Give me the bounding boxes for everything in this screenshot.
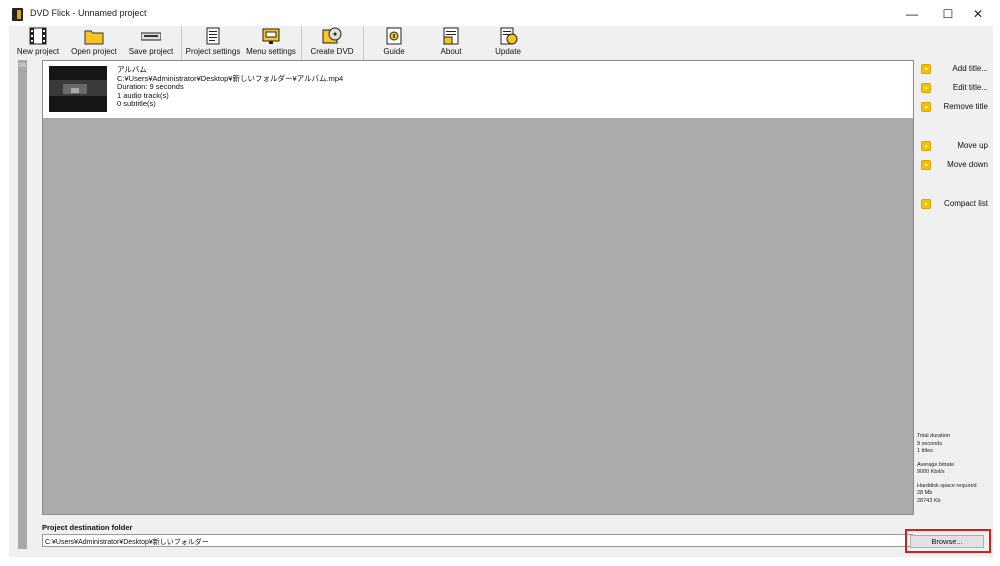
- hdd-space-label: Harddisk space required: [917, 482, 977, 489]
- guide-button[interactable]: Guide: [374, 26, 414, 60]
- new-project-label: New project: [16, 47, 60, 56]
- hdd-space-mb: 28 Mb: [917, 490, 933, 496]
- menu-window-icon: [261, 27, 281, 45]
- toolbar-divider: [301, 26, 302, 60]
- window-title: DVD Flick - Unnamed project: [30, 8, 147, 18]
- move-up-label: Move up: [957, 141, 988, 150]
- about-label: About: [440, 47, 462, 56]
- destination-folder-input[interactable]: C:¥Users¥Administrator¥Desktop¥新しいフォルダー: [42, 534, 913, 547]
- minimize-button[interactable]: —: [896, 0, 928, 28]
- toolbar-divider: [363, 26, 364, 60]
- progress-label: 0%: [18, 63, 27, 69]
- arrow-up-icon: [921, 141, 931, 151]
- dvd-flick-app-icon: [12, 8, 23, 21]
- guide-label: Guide: [383, 47, 405, 56]
- save-project-button[interactable]: Save project: [127, 26, 175, 60]
- arrow-down-icon: [921, 160, 931, 170]
- edit-title-label: Edit title...: [952, 83, 988, 92]
- settings-document-icon: [203, 27, 223, 45]
- menu-settings-label: Menu settings: [246, 47, 296, 56]
- titles-count: 1 titles: [917, 448, 933, 454]
- total-duration-label: Total duration: [917, 433, 951, 439]
- main-frame: 0% アルバム C:¥Users¥Administrator¥Desktop¥新…: [9, 60, 993, 557]
- create-dvd-label: Create DVD: [310, 47, 354, 56]
- new-project-button[interactable]: New project: [15, 26, 61, 60]
- avg-bitrate-value: 9000 Kbit/s: [917, 469, 945, 475]
- update-icon: [498, 27, 518, 45]
- update-label: Update: [495, 47, 521, 56]
- about-button[interactable]: About: [431, 26, 471, 60]
- add-title-button[interactable]: Add title...: [918, 62, 988, 77]
- save-project-label: Save project: [128, 47, 174, 56]
- maximize-button[interactable]: ☐: [932, 0, 964, 28]
- title-bar: DVD Flick - Unnamed project — ☐ ✕: [0, 0, 1000, 28]
- guide-book-icon: [384, 27, 404, 45]
- move-down-label: Move down: [947, 160, 988, 169]
- compact-list-icon: [921, 199, 931, 209]
- project-settings-button[interactable]: Project settings: [185, 26, 241, 60]
- side-actions-panel: Add title... Edit title... Remove title …: [914, 60, 993, 557]
- film-strip-icon: [28, 27, 48, 45]
- open-project-button[interactable]: Open project: [69, 26, 119, 60]
- create-dvd-button[interactable]: Create DVD: [307, 26, 357, 60]
- progress-strip: 0%: [18, 60, 27, 549]
- remove-icon: [921, 102, 931, 112]
- move-up-button[interactable]: Move up: [918, 139, 988, 154]
- project-stats: Total duration 9 seconds 1 titles Averag…: [917, 433, 977, 511]
- info-document-icon: [441, 27, 461, 45]
- total-duration-value: 9 seconds: [917, 440, 943, 447]
- disc-burn-icon: [322, 27, 342, 45]
- compact-list-button[interactable]: Compact list: [918, 197, 988, 212]
- remove-title-button[interactable]: Remove title: [918, 100, 988, 115]
- title-details: アルバム C:¥Users¥Administrator¥Desktop¥新しいフ…: [117, 65, 343, 109]
- open-project-label: Open project: [71, 47, 117, 56]
- destination-folder-label: Project destination folder: [42, 523, 133, 532]
- toolbar: New project Open project Save project Pr…: [9, 26, 993, 60]
- title-list[interactable]: アルバム C:¥Users¥Administrator¥Desktop¥新しいフ…: [42, 60, 914, 515]
- compact-list-label: Compact list: [943, 199, 988, 208]
- browse-button[interactable]: Browse...: [910, 535, 984, 548]
- title-subtitles: 0 subtitle(s): [117, 99, 156, 108]
- add-title-label: Add title...: [952, 64, 988, 73]
- edit-icon: [921, 83, 931, 93]
- add-icon: [921, 64, 931, 74]
- project-settings-label: Project settings: [185, 47, 241, 56]
- move-down-button[interactable]: Move down: [918, 158, 988, 173]
- close-button[interactable]: ✕: [962, 0, 994, 28]
- menu-settings-button[interactable]: Menu settings: [245, 26, 297, 60]
- hdd-space-kb: 28743 Kb: [917, 497, 941, 504]
- avg-bitrate-label: Average bitrate: [917, 461, 955, 468]
- disk-drive-icon: [140, 27, 162, 45]
- edit-title-button[interactable]: Edit title...: [918, 81, 988, 96]
- toolbar-divider: [181, 26, 182, 60]
- video-thumbnail: [49, 66, 107, 112]
- folder-icon: [84, 27, 104, 45]
- remove-title-label: Remove title: [943, 102, 988, 111]
- list-item[interactable]: アルバム C:¥Users¥Administrator¥Desktop¥新しいフ…: [43, 61, 913, 118]
- update-button[interactable]: Update: [488, 26, 528, 60]
